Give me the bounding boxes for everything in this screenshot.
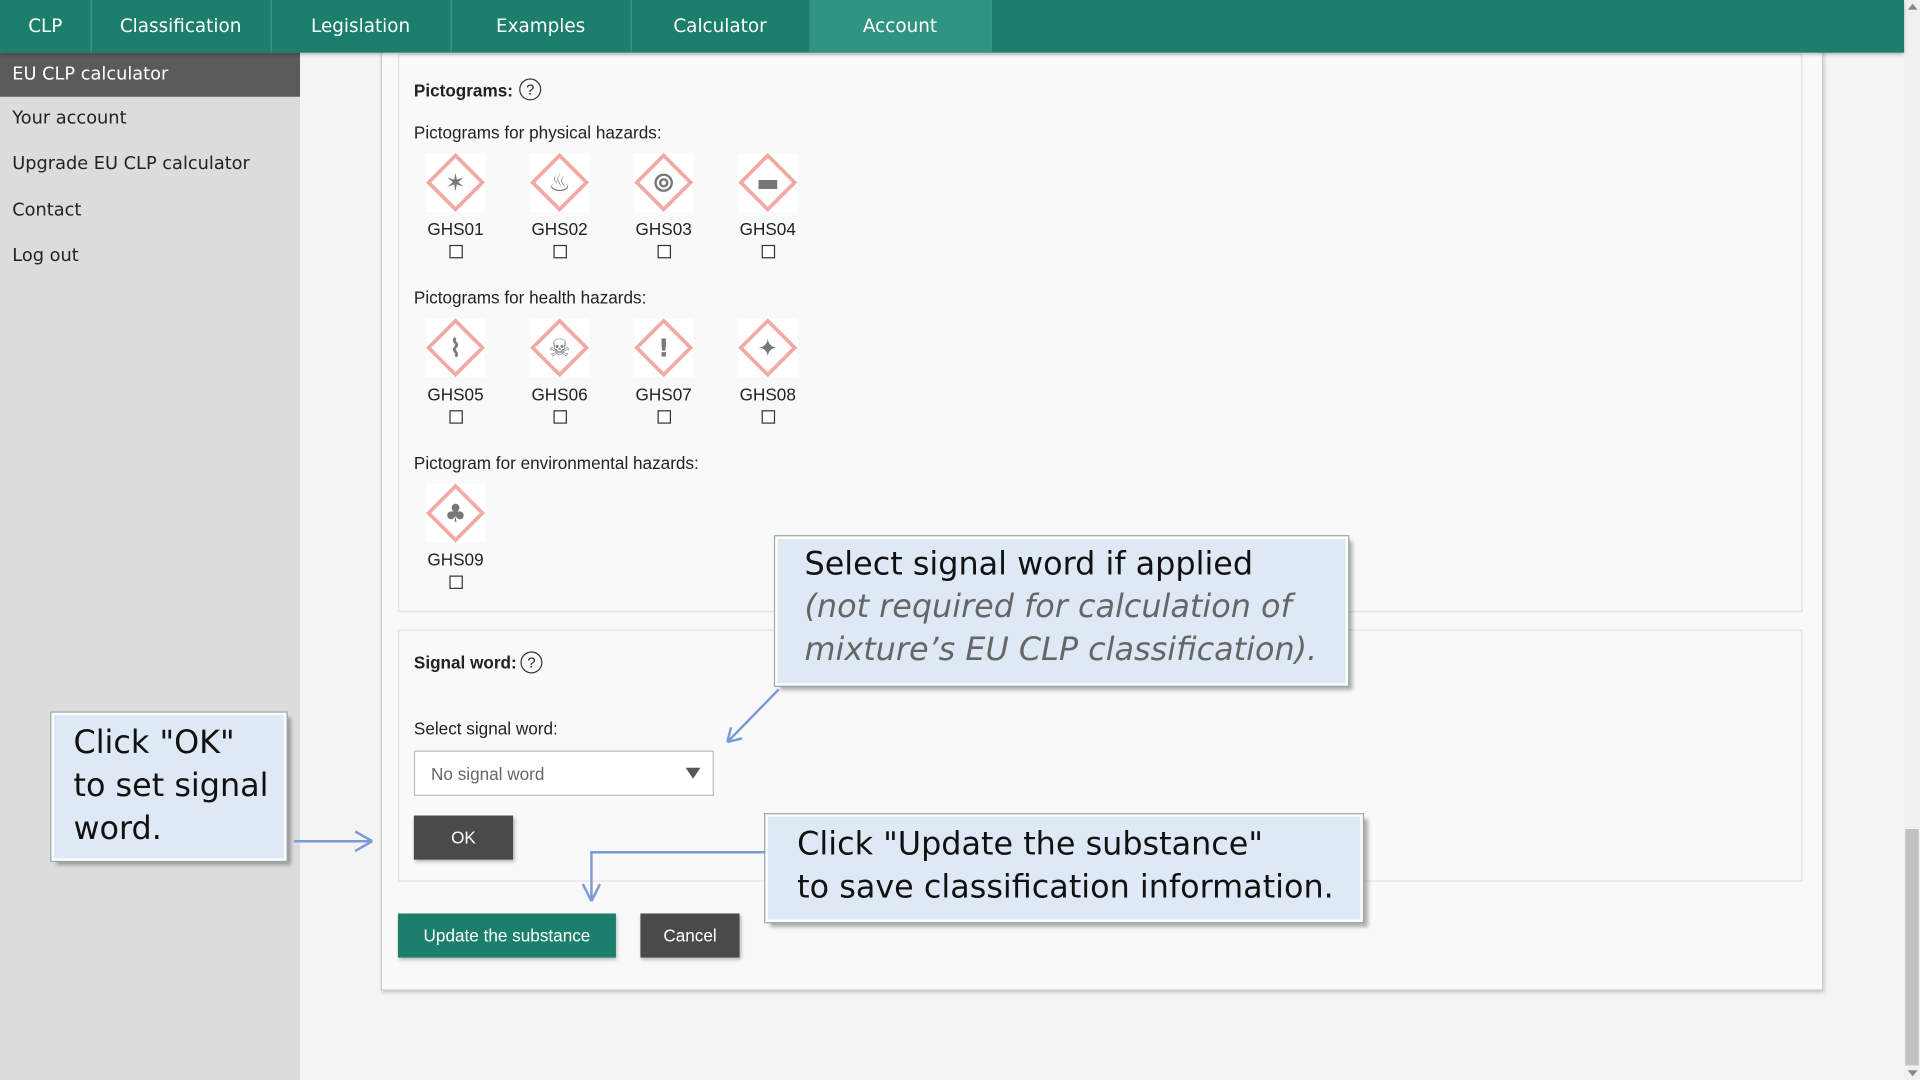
exploding-bomb-icon: ✶ [425, 152, 486, 212]
svg-text:☠: ☠ [549, 333, 571, 362]
pictograms-title: Pictograms: [413, 80, 513, 101]
tab-legislation[interactable]: Legislation [271, 0, 452, 53]
pictogram-code: GHS02 [531, 219, 588, 239]
pictogram-checkbox[interactable] [656, 244, 671, 259]
pictogram-ghs06: ☠ GHS06 [523, 316, 596, 424]
signal-word-selected: No signal word [431, 764, 545, 784]
environmental-hazards-label: Pictogram for environmental hazards: [413, 453, 699, 473]
signal-word-select[interactable]: No signal word [413, 750, 714, 796]
pictogram-checkbox[interactable] [448, 575, 463, 589]
pictogram-checkbox[interactable] [552, 410, 567, 424]
svg-text:✦: ✦ [758, 333, 779, 362]
pictogram-checkbox[interactable] [448, 244, 463, 259]
environment-icon: ♣ [425, 483, 486, 543]
pictogram-ghs02: ♨ GHS02 [523, 151, 596, 259]
pictogram-ghs04: ▬ GHS04 [731, 151, 804, 259]
sidebar-item-log-out[interactable]: Log out [0, 234, 300, 278]
pictogram-code: GHS08 [739, 384, 796, 405]
sidebar-item-your-account[interactable]: Your account [0, 97, 300, 141]
scrollbar-thumb[interactable] [1905, 828, 1919, 1066]
select-signal-word-label: Select signal word: [413, 718, 558, 739]
page: CLP Classification Legislation Examples … [0, 0, 1920, 1080]
tab-account[interactable]: Account [809, 0, 992, 53]
pictogram-checkbox[interactable] [448, 410, 463, 424]
chevron-down-icon [685, 767, 701, 779]
sidebar-item-contact[interactable]: Contact [0, 189, 300, 233]
callout-text: (not required for calculation of [804, 588, 1292, 626]
svg-text:✶: ✶ [445, 168, 466, 197]
update-callout: Click "Update the substance" to save cla… [764, 813, 1365, 924]
gas-cylinder-icon: ▬ [738, 152, 798, 212]
exclamation-mark-icon: ! [634, 318, 694, 378]
corrosion-icon: ⌇ [425, 318, 486, 378]
tab-classification[interactable]: Classification [91, 0, 272, 53]
svg-text:⌇: ⌇ [450, 333, 462, 362]
pictogram-code: GHS07 [635, 384, 692, 405]
health-hazards-label: Pictograms for health hazards: [413, 287, 647, 308]
help-icon[interactable]: ? [519, 78, 542, 101]
svg-text:⦾: ⦾ [654, 168, 674, 197]
health-hazard-icon: ✦ [738, 318, 798, 378]
signal-word-callout: Select signal word if applied (not requi… [773, 535, 1350, 687]
pictogram-code: GHS06 [531, 384, 588, 405]
sidebar-item-upgrade[interactable]: Upgrade EU CLP calculator [0, 142, 300, 186]
tab-clp[interactable]: CLP [0, 0, 92, 53]
sidebar: EU CLP calculator Your account Upgrade E… [0, 52, 301, 1080]
pictogram-ghs03: ⦾ GHS03 [627, 151, 700, 259]
svg-text:!: ! [658, 333, 669, 362]
scroll-up-icon[interactable] [1907, 3, 1918, 10]
physical-hazards-label: Pictograms for physical hazards: [413, 122, 662, 143]
flame-icon: ♨ [530, 152, 590, 212]
callout-text: mixture’s EU CLP classification). [804, 631, 1318, 669]
pictogram-code: GHS09 [427, 549, 484, 570]
tab-calculator[interactable]: Calculator [631, 0, 811, 53]
svg-text:▬: ▬ [756, 168, 779, 197]
pictogram-ghs09: ♣ GHS09 [419, 481, 492, 589]
help-icon[interactable]: ? [520, 651, 543, 674]
pictogram-checkbox[interactable] [656, 410, 671, 424]
callout-text: Click "Update the substance" [797, 826, 1264, 864]
pictogram-code: GHS05 [427, 384, 484, 405]
pictogram-ghs01: ✶ GHS01 [419, 151, 492, 259]
callout-text: to save classification information. [797, 869, 1334, 907]
ok-callout: Click "OK" to set signal word. [50, 711, 288, 863]
flame-over-circle-icon: ⦾ [634, 152, 694, 212]
skull-crossbones-icon: ☠ [530, 318, 590, 378]
pictogram-code: GHS04 [739, 219, 796, 239]
sidebar-item-eu-clp-calculator[interactable]: EU CLP calculator [0, 52, 301, 97]
tab-examples[interactable]: Examples [451, 0, 632, 53]
pictogram-checkbox[interactable] [552, 244, 567, 259]
pictogram-code: GHS01 [427, 219, 484, 239]
signal-word-title: Signal word: [413, 652, 517, 673]
svg-text:♨: ♨ [549, 168, 571, 197]
pictogram-ghs07: ! GHS07 [627, 316, 700, 424]
cancel-button[interactable]: Cancel [640, 913, 740, 958]
callout-text: Select signal word if applied [804, 546, 1254, 583]
ok-button[interactable]: OK [413, 815, 514, 860]
pictogram-code: GHS03 [635, 219, 692, 239]
pictogram-ghs05: ⌇ GHS05 [419, 316, 492, 424]
pictogram-checkbox[interactable] [761, 244, 775, 259]
pictogram-checkbox[interactable] [761, 410, 775, 424]
top-nav: CLP Classification Legislation Examples … [0, 0, 1905, 53]
scrollbar[interactable] [1904, 0, 1920, 1080]
scroll-down-icon[interactable] [1907, 1070, 1918, 1077]
pictogram-ghs08: ✦ GHS08 [731, 316, 804, 424]
pictograms-section: Pictograms: ? Pictograms for physical ha… [397, 53, 1803, 613]
update-substance-button[interactable]: Update the substance [397, 913, 616, 958]
arrow-icon [293, 830, 373, 853]
svg-text:♣: ♣ [445, 499, 467, 528]
